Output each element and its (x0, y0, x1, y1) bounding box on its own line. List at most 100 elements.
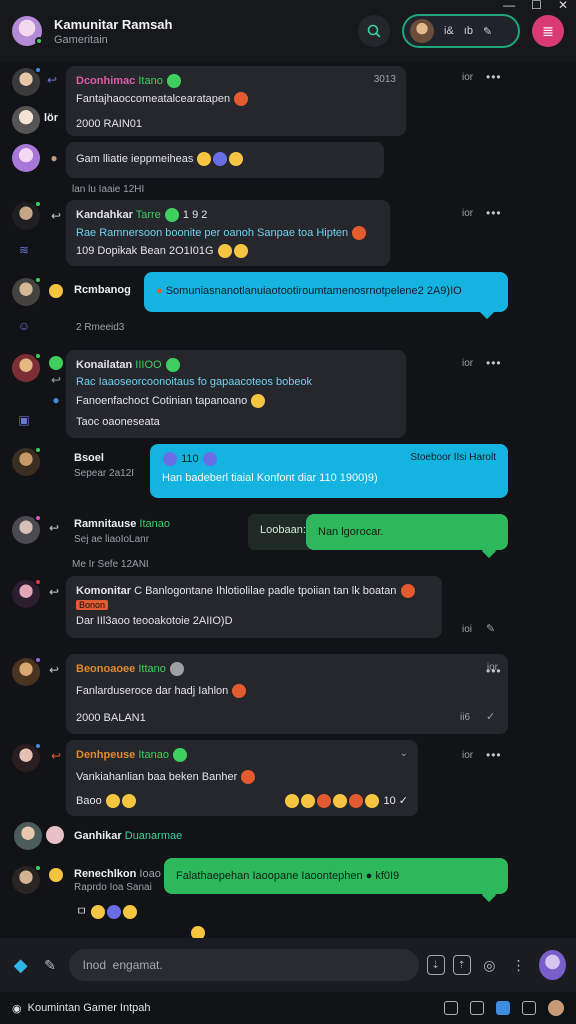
sender-name: Renechlkon Ioao (74, 868, 161, 880)
message-bubble-outgoing[interactable]: 110 Stoeboor IIsi Harolt Han badeberl ti… (150, 444, 508, 498)
message-bubble-outgoing[interactable]: Falathaepehan Iaoopane Iaoontephen ● kf0… (164, 858, 508, 894)
emoji-icon (234, 92, 249, 106)
edit-icon[interactable]: ✎ (486, 622, 495, 635)
grid-icon[interactable] (470, 1001, 484, 1015)
message-head: 110 (162, 452, 218, 466)
avatar[interactable] (12, 352, 42, 382)
avatar[interactable] (14, 822, 42, 850)
message-text: Komonitar C Banlogontane Ihlotiolilae pa… (76, 584, 432, 598)
reactions[interactable]: 10 ✓ (284, 794, 408, 809)
participant-label-a: i& (444, 25, 454, 37)
message-time: 3013 (373, 74, 396, 85)
status-dot (34, 200, 42, 208)
profile-avatar[interactable] (548, 1000, 564, 1016)
minimize-button[interactable]: — (503, 0, 515, 12)
emoji-icon (166, 74, 181, 88)
search-icon[interactable] (358, 15, 390, 47)
user-avatar[interactable] (539, 950, 566, 980)
expand-icon[interactable]: ⌄ (400, 748, 408, 759)
message-badge: Bonon (76, 600, 109, 610)
reactions[interactable]: ㅁ (76, 902, 138, 919)
avatar[interactable] (12, 514, 42, 544)
message-side-time: ior (462, 358, 474, 369)
avatar[interactable] (12, 578, 42, 608)
more-vertical-icon[interactable]: ⋮ (508, 953, 529, 977)
message-extra: 1 9 2 (182, 208, 208, 221)
reply-icon[interactable]: ↩ (46, 520, 62, 536)
pin-icon[interactable]: ✎ (483, 25, 492, 38)
avatar[interactable] (12, 66, 42, 96)
sender-name: Ganhikar Duanarmae (74, 830, 183, 842)
reply-icon[interactable]: ↩ (48, 372, 64, 388)
message-bubble-outgoing[interactable]: ● Somuniasnanotlanuiaotootiroumtamenosrn… (144, 272, 508, 312)
avatar[interactable] (12, 276, 42, 306)
chat-bubble-icon[interactable]: ◆ (10, 953, 31, 977)
emoji-icon (49, 356, 63, 370)
avatar[interactable] (12, 144, 40, 172)
status-dot (34, 446, 42, 454)
reaction-row: Baoo 10 ✓ (76, 794, 408, 809)
message-tag: Itanao (138, 748, 169, 761)
sender-name: Bsoel (74, 452, 104, 464)
avatar[interactable] (12, 106, 40, 134)
channel-icon[interactable]: ≋ (16, 242, 32, 258)
message-bubble[interactable]: Konailatan IIIOO Rac Iaaoseorcoonoitaus … (66, 350, 406, 438)
avatar[interactable] (12, 742, 42, 772)
attach-icon[interactable]: ✎ (39, 953, 60, 977)
status-dot (34, 578, 42, 586)
message-bubble[interactable]: Dconhimac Itano 3013 Fantajhaoccomeatalc… (66, 66, 406, 136)
message-meta: Raprdo Ioa Sanai (74, 882, 152, 893)
message-side-time: ii6 (460, 712, 471, 723)
message-tag: Itano (138, 74, 163, 87)
date-separator: lan lu Iaaie 12HI (72, 184, 145, 195)
participants-pill[interactable]: i& ıb ✎ (402, 14, 520, 48)
close-button[interactable]: ✕ (558, 0, 568, 12)
reply-icon[interactable]: ↩ (48, 748, 64, 764)
message-input[interactable] (68, 949, 419, 981)
bot-icon[interactable]: ▣ (16, 412, 32, 428)
avatar[interactable] (12, 446, 42, 476)
reply-icon[interactable]: ↩ (46, 662, 62, 678)
message-bubble[interactable]: Gam lliatie ieppmeiheas (66, 142, 384, 178)
more-icon[interactable]: ••• (486, 748, 502, 762)
message-bubble[interactable]: Denhpeuse Itanao ⌄ Vankiahanlian baa bek… (66, 740, 418, 816)
emoji-picker-icon[interactable]: ◎ (479, 953, 500, 977)
download-icon[interactable]: ⇣ (426, 955, 445, 975)
window-icon[interactable] (444, 1001, 458, 1015)
more-icon[interactable]: ••• (486, 70, 502, 84)
message-bubble[interactable]: Beonoaoee Ittano ior Fanlarduseroce dar … (66, 654, 508, 734)
message-bubble[interactable]: Komonitar C Banlogontane Ihlotiolilae pa… (66, 576, 442, 638)
reply-icon[interactable]: ↩ (48, 208, 64, 224)
avatar[interactable] (12, 656, 42, 686)
message-feed[interactable]: ↩ lör Dconhimac Itano 3013 Fantajhaoccom… (0, 62, 576, 940)
participant-label-b: ıb (463, 25, 473, 37)
message-bubble-outgoing[interactable]: Nan lgorocar. (306, 514, 508, 550)
message-side-time: ior (462, 750, 474, 761)
sender-name: Ramnitause Itanao (74, 518, 171, 530)
window-controls: — ☐ ✕ (503, 0, 568, 12)
more-icon[interactable]: ••• (486, 664, 502, 678)
menu-badge-icon[interactable]: ≣ (532, 15, 564, 47)
message-text-secondary: 2000 RAIN01 (76, 118, 143, 130)
status-dot (34, 864, 42, 872)
discord-icon[interactable]: ☺ (16, 318, 32, 334)
more-icon[interactable]: ••• (486, 356, 502, 370)
panel-icon[interactable] (522, 1001, 536, 1015)
message-bubble[interactable]: Kandahkar Tarre 1 9 2 Rae Ramnersoon boo… (66, 200, 390, 266)
maximize-button[interactable]: ☐ (531, 0, 542, 12)
more-icon[interactable]: ••• (486, 206, 502, 220)
upload-icon[interactable]: ⇡ (452, 955, 471, 975)
chat-header: Kamunitar Ramsah Gameritain i& ıb ✎ ≣ (0, 0, 576, 62)
avatar[interactable] (12, 864, 42, 894)
avatar-mini-icon: ● (50, 151, 58, 165)
sender-name: Rcmbanog (74, 284, 131, 296)
reply-icon[interactable]: ↩ (46, 584, 62, 600)
date-separator: Me Ir Sefe 12ANI (72, 559, 149, 570)
dropbox-icon[interactable] (496, 1001, 510, 1015)
avatar[interactable] (12, 200, 42, 230)
reply-icon[interactable]: ↩ (44, 72, 60, 88)
message-text: Nan lgorocar. (318, 526, 384, 538)
message-tag: IIIOO (135, 358, 162, 371)
chat-avatar[interactable] (12, 16, 43, 46)
status-dot (34, 352, 42, 360)
